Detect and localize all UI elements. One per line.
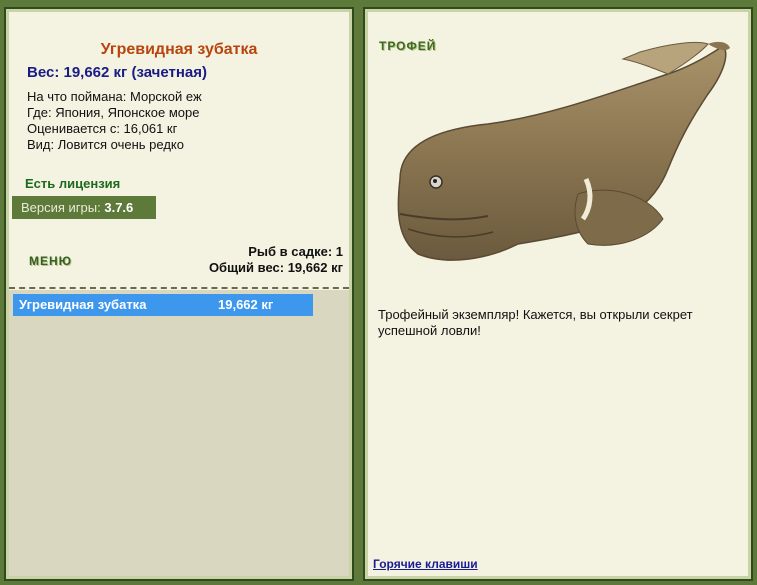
rarity-info: Вид: Ловится очень редко (27, 137, 184, 152)
fish-weight: Вес: 19,662 кг (зачетная) (27, 64, 208, 81)
menu-button[interactable]: МЕНЮ (29, 254, 72, 268)
bait-info: На что поймана: Морской еж (27, 89, 202, 104)
catch-stats: Рыб в садке: 1 Общий вес: 19,662 кг (209, 244, 343, 276)
divider (9, 287, 349, 289)
fish-name-title: Угревидная зубатка (100, 41, 258, 58)
list-item[interactable]: Угревидная зубатка 19,662 кг (13, 294, 313, 316)
list-item-weight: 19,662 кг (218, 297, 274, 312)
valued-from-info: Оценивается с: 16,061 кг (27, 121, 178, 136)
catch-list (9, 290, 349, 576)
fish-count: Рыб в садке: 1 (248, 244, 343, 259)
version-label: Версия игры: (21, 200, 101, 215)
license-status: Есть лицензия (25, 176, 121, 191)
fish-image (397, 41, 730, 261)
version-value: 3.7.6 (104, 200, 134, 215)
total-weight: Общий вес: 19,662 кг (208, 260, 343, 275)
location-info: Где: Япония, Японское море (27, 105, 200, 120)
hotkeys-link[interactable]: Горячие клавиши (373, 557, 478, 571)
version-badge: Версия игры: 3.7.6 (12, 196, 156, 219)
trophy-panel: ТРОФЕЙ Трофейный экземпляр! Кажется, вы … (363, 7, 753, 581)
trophy-title: ТРОФЕЙ (379, 39, 437, 53)
catch-info-panel: Угревидная зубатка Вес: 19,662 кг (зачет… (4, 7, 354, 581)
list-item-name: Угревидная зубатка (19, 297, 147, 312)
trophy-description: Трофейный экземпляр! Кажется, вы открыли… (378, 307, 693, 338)
